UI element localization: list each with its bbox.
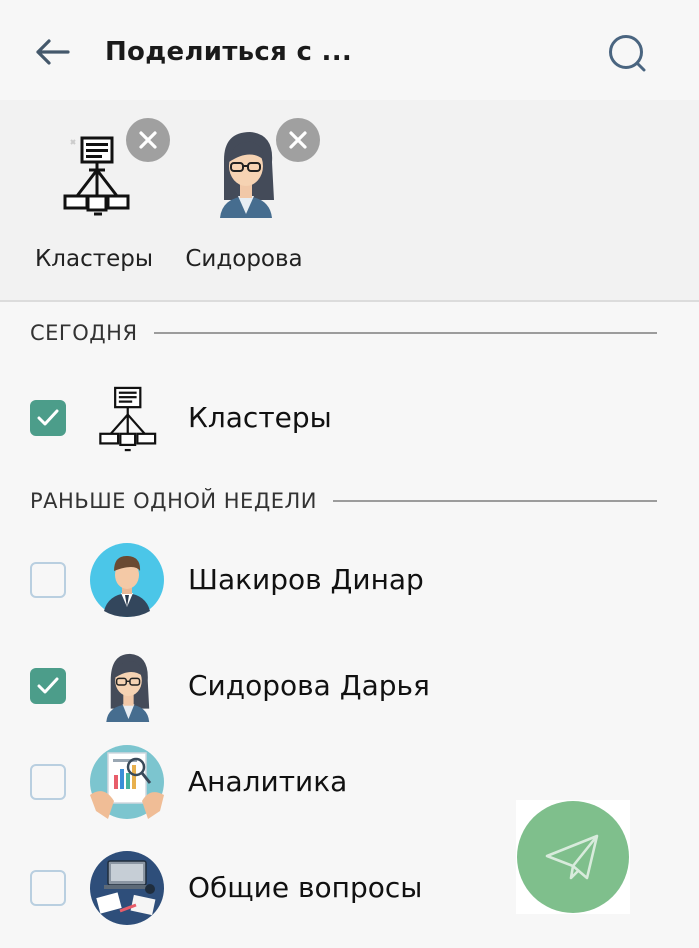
avatar — [44, 118, 170, 218]
analytics-avatar — [90, 745, 164, 819]
item-name: Кластеры — [188, 401, 332, 434]
close-icon — [289, 131, 307, 149]
send-paper-plane-icon — [545, 834, 599, 880]
page-title: Поделиться с ... — [105, 37, 353, 67]
selected-recipients: Кластеры Сидорова — [0, 100, 699, 302]
checkbox-unchecked[interactable] — [30, 870, 66, 906]
cluster-network-icon — [99, 386, 157, 452]
man-avatar — [90, 543, 164, 617]
checkbox-unchecked[interactable] — [30, 562, 66, 598]
section-label: РАНЬШЕ ОДНОЙ НЕДЕЛИ — [30, 489, 318, 513]
chip-label: Сидорова — [185, 246, 303, 272]
list-item-sidorova[interactable]: Сидорова Дарья — [0, 640, 699, 732]
item-name: Шакиров Динар — [188, 563, 424, 596]
search-icon — [609, 35, 646, 72]
selected-chip-sidorova[interactable]: Сидорова — [179, 118, 320, 272]
section-header-today: СЕГОДНЯ — [30, 318, 657, 348]
section-header-older: РАНЬШЕ ОДНОЙ НЕДЕЛИ — [30, 486, 657, 516]
remove-chip-button[interactable] — [276, 118, 320, 162]
arrow-left-icon — [36, 39, 70, 65]
woman-glasses-avatar — [106, 653, 150, 722]
checkbox-checked[interactable] — [30, 400, 66, 436]
section-divider — [153, 332, 657, 334]
section-label: СЕГОДНЯ — [30, 321, 138, 345]
close-icon — [139, 131, 157, 149]
check-icon — [37, 677, 59, 694]
item-name: Сидорова Дарья — [188, 669, 430, 702]
back-button[interactable] — [30, 32, 74, 72]
item-name: Аналитика — [188, 765, 348, 798]
search-button[interactable] — [604, 30, 650, 76]
selected-chip-clusters[interactable]: Кластеры — [29, 118, 170, 272]
general-questions-avatar — [90, 851, 164, 925]
checkbox-unchecked[interactable] — [30, 764, 66, 800]
fab-container — [516, 800, 630, 914]
app-header: Поделиться с ... — [0, 0, 699, 100]
list-item-clusters[interactable]: Кластеры — [0, 372, 699, 464]
avatar — [194, 118, 320, 218]
remove-chip-button[interactable] — [126, 118, 170, 162]
section-divider — [333, 500, 657, 502]
checkbox-checked[interactable] — [30, 668, 66, 704]
chip-label: Кластеры — [34, 246, 154, 272]
send-button[interactable] — [517, 801, 629, 913]
item-name: Общие вопросы — [188, 871, 423, 904]
check-icon — [37, 409, 59, 426]
list-item-shakirov[interactable]: Шакиров Динар — [0, 534, 699, 626]
